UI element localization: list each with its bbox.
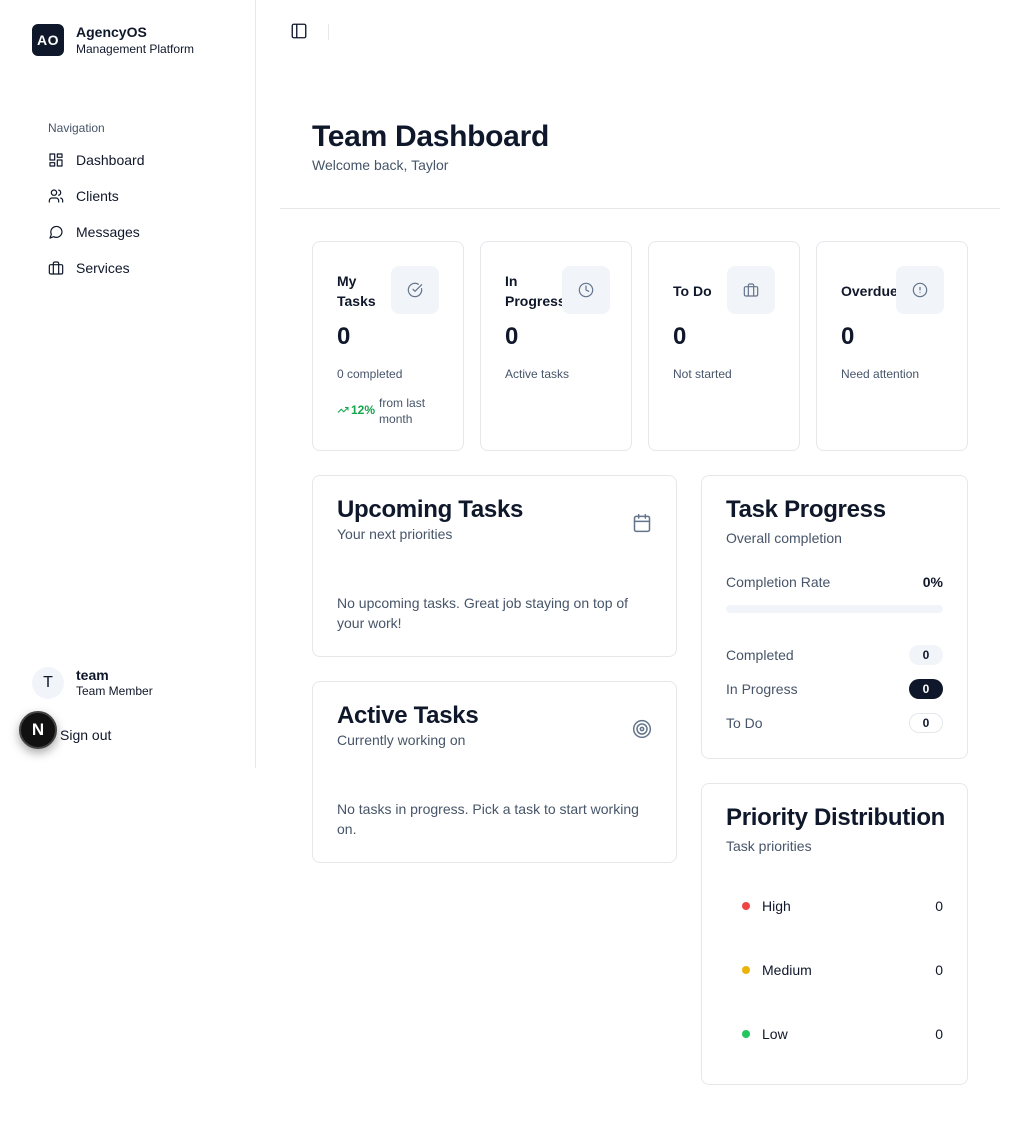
target-icon-wrap xyxy=(632,719,652,739)
card-subtitle: Overall completion xyxy=(726,530,842,546)
sidebar-item-clients[interactable]: Clients xyxy=(48,178,238,214)
alert-circle-icon xyxy=(912,282,928,298)
sidebar-item-label: Services xyxy=(76,260,130,276)
stat-desc: Active tasks xyxy=(505,367,570,381)
priority-distribution-card: Priority Distribution Task priorities Hi… xyxy=(701,783,968,1085)
card-subtitle: Task priorities xyxy=(726,838,812,854)
sidebar-item-label: Messages xyxy=(76,224,140,240)
card-title: Active Tasks xyxy=(337,702,479,729)
calendar-icon xyxy=(633,513,651,533)
upcoming-tasks-card: Upcoming Tasks Your next priorities No u… xyxy=(312,475,677,657)
stat-card-to-do: To Do 0 Not started xyxy=(648,241,800,451)
stat-card-my-tasks: My Tasks 0 0 completed 12% from last mon… xyxy=(312,241,464,451)
brand-name: AgencyOS xyxy=(76,24,147,40)
card-title: Task Progress xyxy=(726,496,886,523)
priority-item-medium: Medium xyxy=(742,962,812,978)
trend-text: from last month xyxy=(379,396,426,426)
sidebar-item-label: Clients xyxy=(76,188,119,204)
priority-label: Medium xyxy=(762,962,812,978)
completion-rate-label: Completion Rate xyxy=(726,574,831,590)
sidebar-item-dashboard[interactable]: Dashboard xyxy=(48,142,238,178)
stat-icon-box xyxy=(562,266,610,314)
task-progress-card: Task Progress Overall completion Complet… xyxy=(701,475,968,759)
sidebar-item-services[interactable]: Services xyxy=(48,250,238,286)
sidebar-item-label: Dashboard xyxy=(76,152,145,168)
stat-card-overdue: Overdue 0 Need attention xyxy=(816,241,968,451)
brand[interactable]: AO AgencyOS Management Platform xyxy=(32,24,194,57)
stat-desc: Not started xyxy=(673,367,732,381)
sidebar-item-messages[interactable]: Messages xyxy=(48,214,238,250)
stat-value: 0 xyxy=(505,323,519,350)
dev-tools-badge[interactable]: N xyxy=(19,711,57,749)
priority-value-high: 0 xyxy=(935,898,943,914)
topbar-separator xyxy=(328,24,329,40)
stat-label: My Tasks xyxy=(337,273,376,309)
brand-subtitle: Management Platform xyxy=(76,41,195,56)
empty-state-text: No upcoming tasks. Great job staying on … xyxy=(337,595,629,631)
priority-value-low: 0 xyxy=(935,1026,943,1042)
to-do-count-badge: 0 xyxy=(909,713,943,733)
sidebar: AO AgencyOS Management Platform Navigati… xyxy=(0,0,256,768)
message-circle-icon xyxy=(49,225,63,239)
in-progress-count-badge: 0 xyxy=(909,679,943,699)
user-profile[interactable]: T team Team Member xyxy=(32,667,153,699)
trend-value: 12% xyxy=(351,403,376,417)
users-icon xyxy=(48,189,64,203)
completed-count-badge: 0 xyxy=(909,645,943,665)
target-icon xyxy=(632,719,652,739)
sidebar-toggle-button[interactable] xyxy=(290,22,310,42)
in-progress-label: In Progress xyxy=(726,681,798,697)
priority-label: Low xyxy=(762,1026,788,1042)
header-divider xyxy=(280,208,1000,209)
priority-dot-high xyxy=(742,902,750,910)
briefcase-icon xyxy=(743,283,759,297)
calendar-icon-wrap xyxy=(632,513,652,533)
stat-icon-box xyxy=(391,266,439,314)
user-role: Team Member xyxy=(76,684,153,699)
stat-value: 0 xyxy=(841,323,855,350)
stat-icon-box xyxy=(896,266,944,314)
active-tasks-card: Active Tasks Currently working on No tas… xyxy=(312,681,677,863)
empty-state-text: No tasks in progress. Pick a task to sta… xyxy=(337,801,639,837)
page-title: Team Dashboard xyxy=(312,120,549,153)
trend-up: 12% xyxy=(337,403,375,417)
check-circle-icon xyxy=(407,282,423,298)
priority-dot-medium xyxy=(742,966,750,974)
stat-value: 0 xyxy=(673,323,687,350)
stat-desc: 0 completed xyxy=(337,367,403,381)
card-title: Upcoming Tasks xyxy=(337,496,524,523)
completed-label: Completed xyxy=(726,647,794,663)
card-subtitle: Currently working on xyxy=(337,732,466,748)
stat-label: Overdue xyxy=(841,283,898,299)
trend: 12% from last month xyxy=(337,395,439,427)
priority-value-medium: 0 xyxy=(935,962,943,978)
completion-progress-bar xyxy=(726,605,943,613)
priority-item-low: Low xyxy=(742,1026,788,1042)
page-subtitle: Welcome back, Taylor xyxy=(312,157,449,173)
stat-card-in-progress: In Progress 0 Active tasks xyxy=(480,241,632,451)
sidebar-nav: Dashboard Clients Messages Services xyxy=(48,142,238,286)
stat-icon-box xyxy=(727,266,775,314)
trending-up-icon xyxy=(337,407,349,413)
dashboard-grid-icon xyxy=(49,153,63,167)
to-do-label: To Do xyxy=(726,715,763,731)
sign-out-button[interactable]: Sign out xyxy=(60,727,111,743)
user-name: team xyxy=(76,667,109,684)
priority-dot-low xyxy=(742,1030,750,1038)
stat-desc: Need attention xyxy=(841,367,920,381)
priority-item-high: High xyxy=(742,898,791,914)
completion-rate-value: 0% xyxy=(922,574,943,590)
nav-label: Navigation xyxy=(48,121,105,135)
stat-value: 0 xyxy=(337,323,351,350)
avatar: T xyxy=(32,667,64,699)
stat-label: To Do xyxy=(673,283,712,299)
card-title: Priority Distribution xyxy=(726,804,946,831)
priority-label: High xyxy=(762,898,791,914)
briefcase-icon xyxy=(48,261,64,275)
clock-icon xyxy=(578,282,594,298)
stat-label: In Progress xyxy=(505,273,566,309)
brand-logo: AO xyxy=(32,24,64,57)
card-subtitle: Your next priorities xyxy=(337,526,453,542)
panel-left-icon xyxy=(291,23,307,39)
